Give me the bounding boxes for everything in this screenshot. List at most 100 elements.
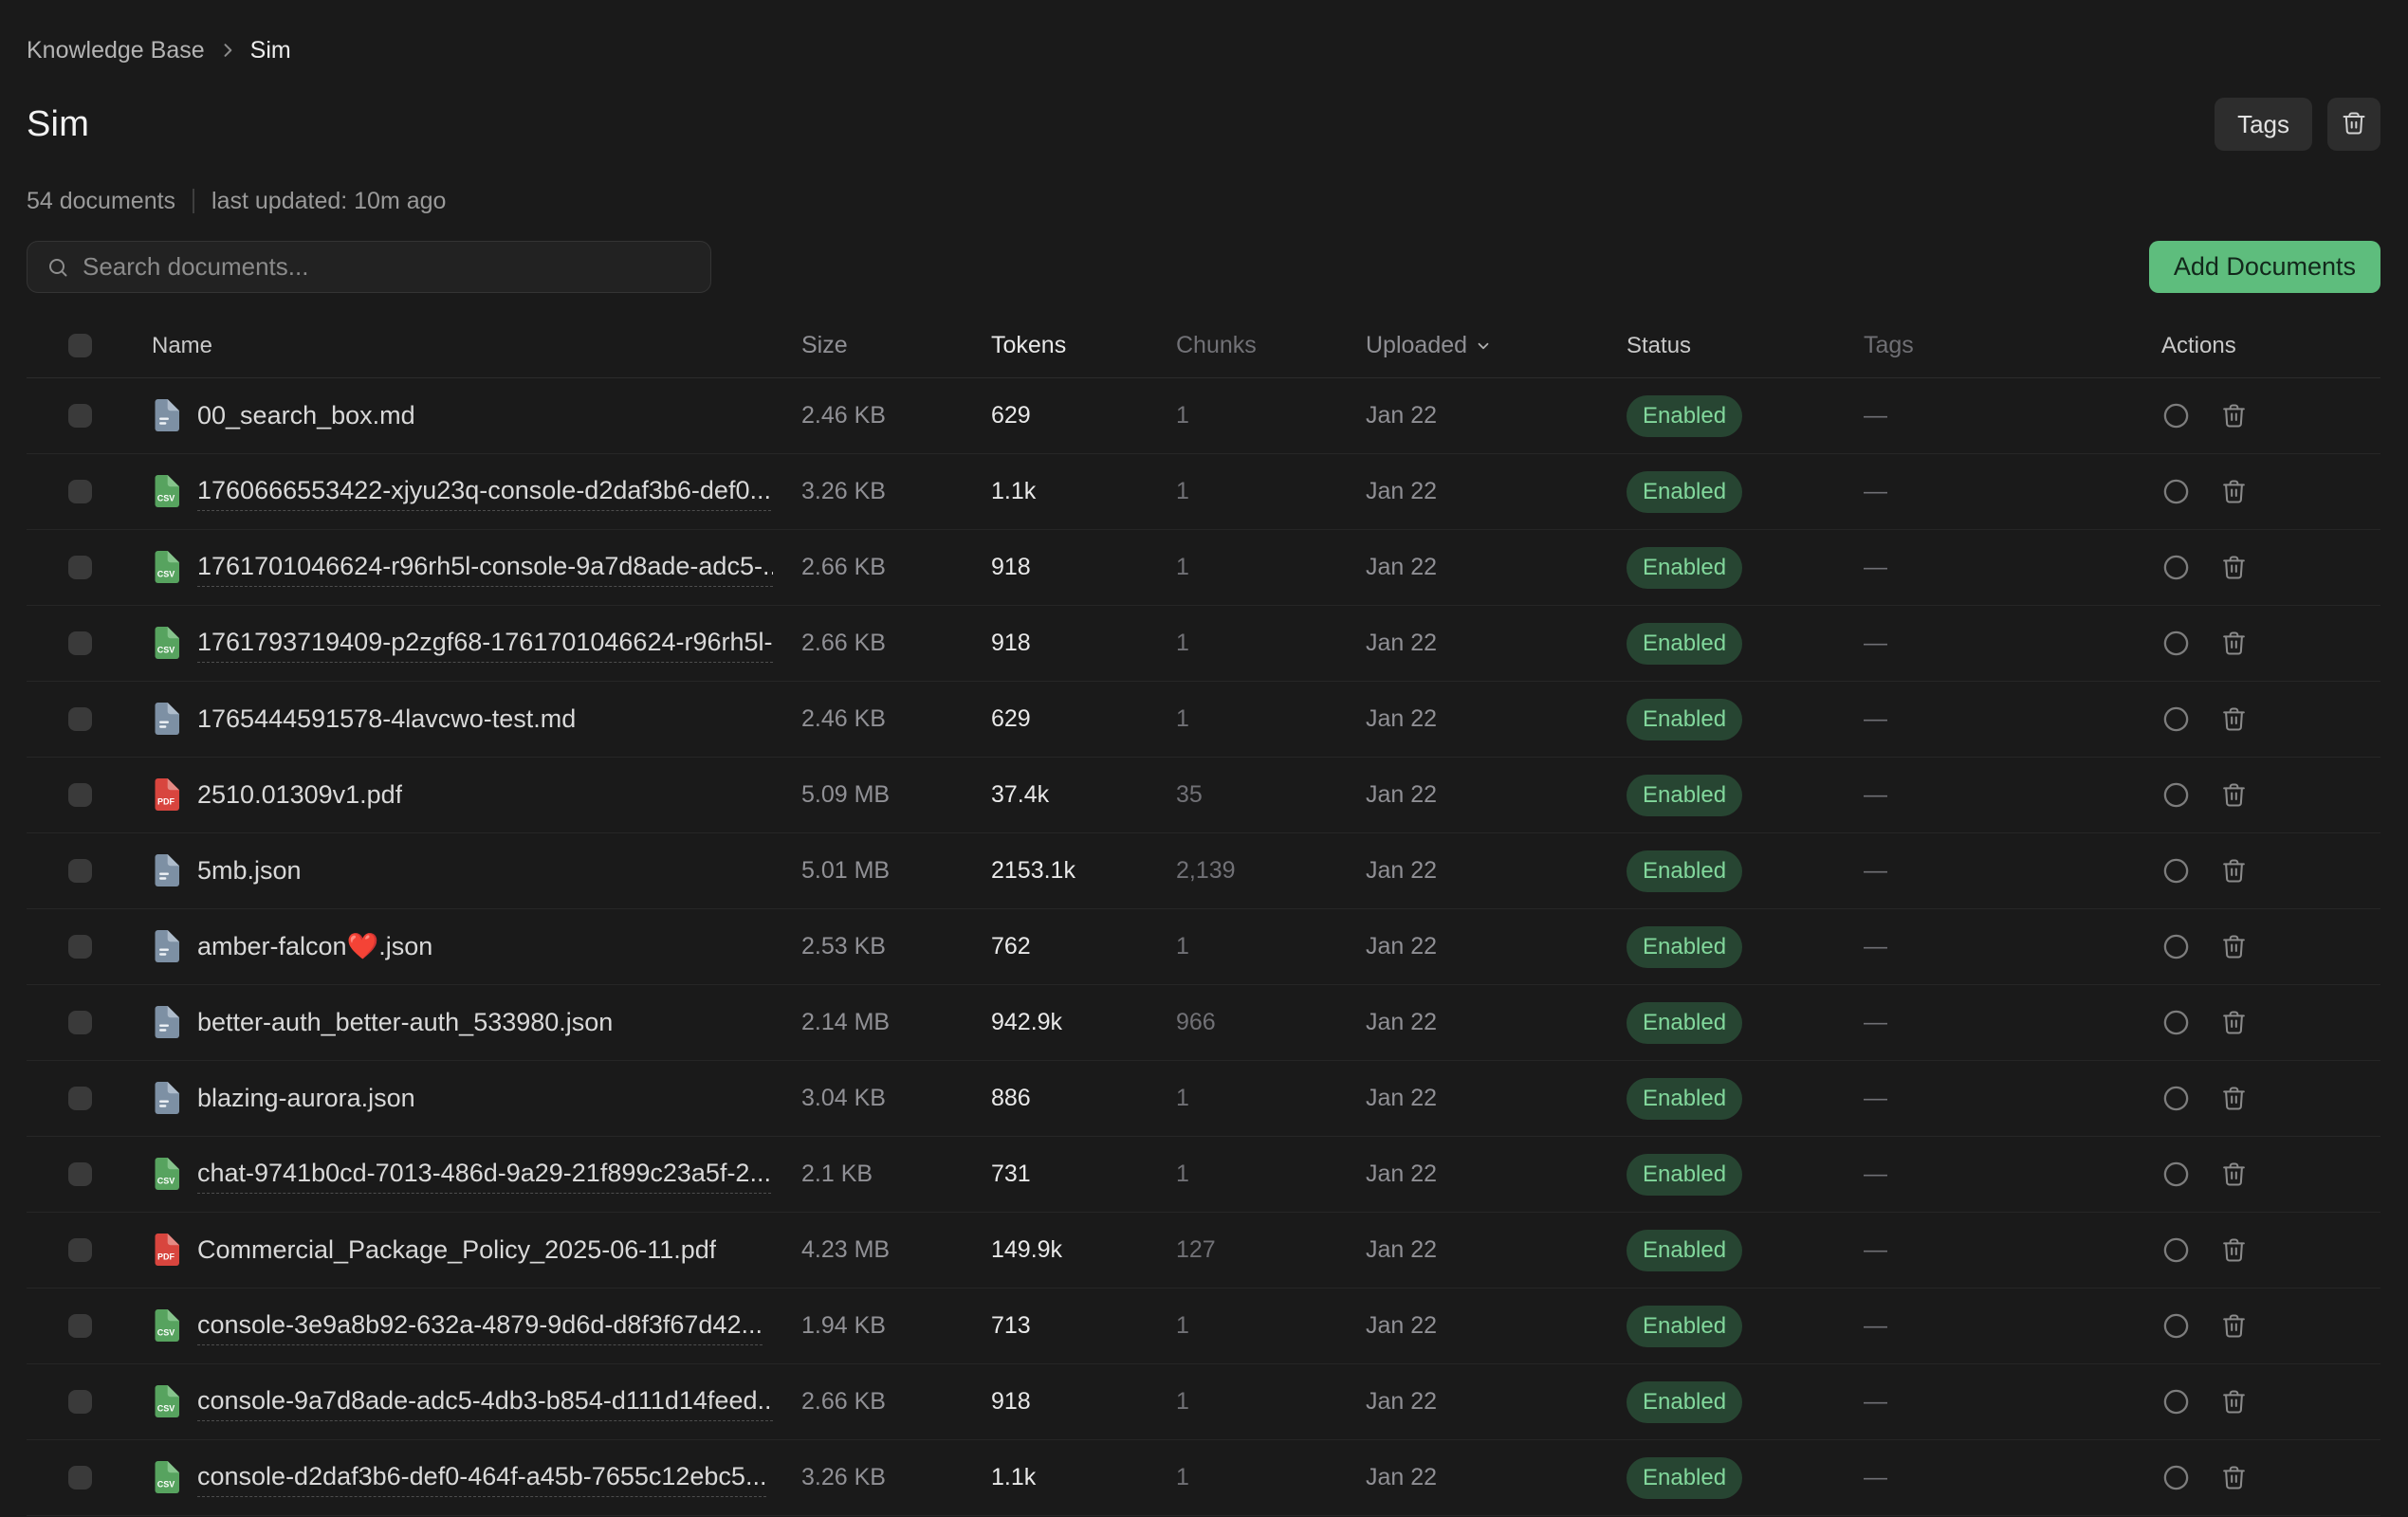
table-row: CSV PDF better-auth_better-auth_533980.j… (27, 985, 2380, 1061)
row-checkbox[interactable] (68, 1011, 92, 1034)
file-uploaded-date: Jan 22 (1366, 933, 1627, 960)
toggle-status-icon[interactable] (2161, 1160, 2191, 1189)
delete-document-icon[interactable] (2219, 629, 2249, 658)
table-row: CSV PDF console-d2daf3b6-def0-464f-a45b-… (27, 1440, 2380, 1516)
row-checkbox[interactable] (68, 859, 92, 883)
file-name[interactable]: console-d2daf3b6-def0-464f-a45b-7655c12e… (197, 1458, 766, 1496)
delete-document-icon[interactable] (2219, 780, 2249, 810)
file-name[interactable]: 1765444591578-4lavcwo-test.md (197, 701, 576, 738)
column-header-uploaded[interactable]: Uploaded (1366, 332, 1627, 359)
column-header-tags[interactable]: Tags (1864, 332, 2141, 359)
column-header-name[interactable]: Name (152, 333, 801, 359)
file-uploaded-date: Jan 22 (1366, 1085, 1627, 1112)
tags-button[interactable]: Tags (2215, 98, 2312, 151)
file-name[interactable]: 1761793719409-p2zgf68-1761701046624-r96r… (197, 624, 773, 662)
row-checkbox[interactable] (68, 1390, 92, 1414)
delete-document-icon[interactable] (2219, 401, 2249, 430)
row-checkbox[interactable] (68, 707, 92, 731)
file-name[interactable]: console-9a7d8ade-adc5-4db3-b854-d111d14f… (197, 1382, 773, 1420)
row-tags: — (1864, 402, 2141, 430)
file-chunks: 1 (1176, 630, 1366, 657)
status-badge: Enabled (1627, 1381, 1742, 1423)
column-header-status[interactable]: Status (1627, 333, 1864, 359)
delete-knowledge-base-button[interactable] (2327, 98, 2380, 151)
file-name[interactable]: 1761701046624-r96rh5l-console-9a7d8ade-a… (197, 548, 773, 586)
row-checkbox[interactable] (68, 935, 92, 959)
delete-document-icon[interactable] (2219, 553, 2249, 582)
column-header-tokens[interactable]: Tokens (991, 332, 1176, 359)
file-name[interactable]: better-auth_better-auth_533980.json (197, 1004, 613, 1041)
file-name[interactable]: blazing-aurora.json (197, 1080, 415, 1117)
toggle-status-icon[interactable] (2161, 1008, 2191, 1037)
file-name[interactable]: chat-9741b0cd-7013-486d-9a29-21f899c23a5… (197, 1155, 771, 1193)
file-uploaded-date: Jan 22 (1366, 1388, 1627, 1416)
file-chunks: 1 (1176, 1161, 1366, 1188)
column-header-size[interactable]: Size (801, 332, 991, 359)
breadcrumb-knowledge-base-link[interactable]: Knowledge Base (27, 37, 205, 64)
file-size: 2.14 MB (801, 1009, 991, 1036)
delete-document-icon[interactable] (2219, 1463, 2249, 1492)
delete-document-icon[interactable] (2219, 856, 2249, 886)
row-checkbox[interactable] (68, 480, 92, 503)
row-checkbox[interactable] (68, 404, 92, 428)
row-checkbox[interactable] (68, 1087, 92, 1110)
file-name[interactable]: Commercial_Package_Policy_2025-06-11.pdf (197, 1232, 716, 1269)
row-checkbox[interactable] (68, 1314, 92, 1338)
file-uploaded-date: Jan 22 (1366, 1312, 1627, 1340)
delete-document-icon[interactable] (2219, 704, 2249, 734)
row-tags: — (1864, 554, 2141, 581)
row-checkbox[interactable] (68, 783, 92, 807)
status-badge: Enabled (1627, 1154, 1742, 1196)
file-name[interactable]: 00_search_box.md (197, 397, 415, 434)
file-name[interactable]: 5mb.json (197, 852, 302, 889)
file-name[interactable]: console-3e9a8b92-632a-4879-9d6d-d8f3f67d… (197, 1307, 763, 1344)
toggle-status-icon[interactable] (2161, 401, 2191, 430)
delete-document-icon[interactable] (2219, 1008, 2249, 1037)
toggle-status-icon[interactable] (2161, 932, 2191, 961)
toggle-status-icon[interactable] (2161, 1084, 2191, 1113)
search-input[interactable] (83, 252, 691, 282)
file-name[interactable]: amber-falcon❤️.json (197, 928, 432, 965)
delete-document-icon[interactable] (2219, 1311, 2249, 1341)
toggle-status-icon[interactable] (2161, 1311, 2191, 1341)
toggle-status-icon[interactable] (2161, 856, 2191, 886)
status-badge: Enabled (1627, 1002, 1742, 1044)
file-chunks: 966 (1176, 1009, 1366, 1036)
delete-document-icon[interactable] (2219, 1387, 2249, 1416)
toggle-status-icon[interactable] (2161, 780, 2191, 810)
file-chunks: 1 (1176, 402, 1366, 430)
file-name[interactable]: 1760666553422-xjyu23q-console-d2daf3b6-d… (197, 472, 771, 510)
file-chunks: 1 (1176, 478, 1366, 505)
toggle-status-icon[interactable] (2161, 629, 2191, 658)
search-box[interactable] (27, 241, 711, 293)
file-tokens: 918 (991, 630, 1176, 657)
add-documents-button[interactable]: Add Documents (2149, 241, 2380, 293)
toggle-status-icon[interactable] (2161, 1463, 2191, 1492)
row-checkbox[interactable] (68, 1238, 92, 1262)
toggle-status-icon[interactable] (2161, 1235, 2191, 1265)
row-checkbox[interactable] (68, 631, 92, 655)
delete-document-icon[interactable] (2219, 477, 2249, 506)
toggle-status-icon[interactable] (2161, 704, 2191, 734)
row-checkbox[interactable] (68, 1466, 92, 1490)
csv-file-icon: CSV (152, 1385, 179, 1417)
svg-text:CSV: CSV (157, 570, 175, 579)
csv-file-icon: CSV (152, 1461, 179, 1493)
row-tags: — (1864, 1085, 2141, 1112)
toggle-status-icon[interactable] (2161, 553, 2191, 582)
file-tokens: 942.9k (991, 1009, 1176, 1036)
column-header-chunks[interactable]: Chunks (1176, 332, 1366, 359)
toggle-status-icon[interactable] (2161, 477, 2191, 506)
table-row: CSV PDF Commercial_Package_Policy_2025-0… (27, 1213, 2380, 1289)
row-checkbox[interactable] (68, 556, 92, 579)
select-all-checkbox[interactable] (68, 334, 92, 357)
delete-document-icon[interactable] (2219, 1160, 2249, 1189)
uploaded-label: Uploaded (1366, 332, 1467, 359)
file-name[interactable]: 2510.01309v1.pdf (197, 777, 402, 813)
delete-document-icon[interactable] (2219, 932, 2249, 961)
delete-document-icon[interactable] (2219, 1235, 2249, 1265)
row-checkbox[interactable] (68, 1162, 92, 1186)
toggle-status-icon[interactable] (2161, 1387, 2191, 1416)
status-badge: Enabled (1627, 775, 1742, 816)
delete-document-icon[interactable] (2219, 1084, 2249, 1113)
